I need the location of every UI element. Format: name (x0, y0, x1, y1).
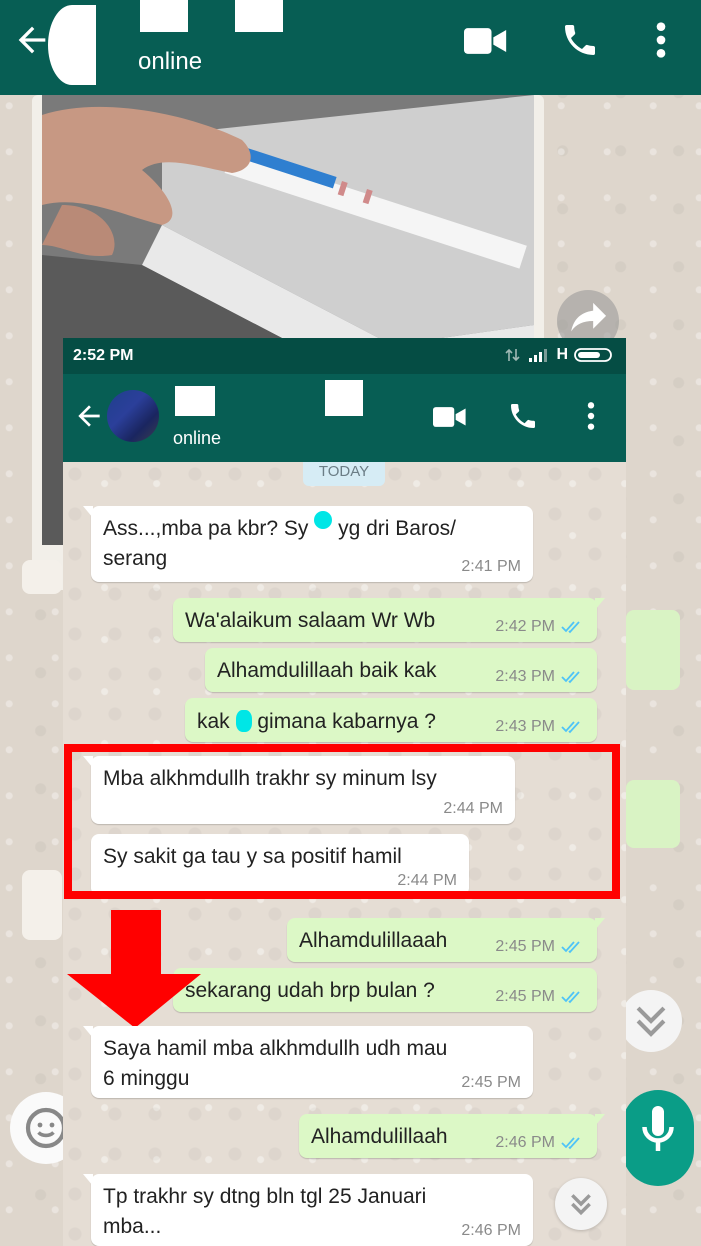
voice-message-button[interactable] (622, 1090, 694, 1186)
outer-chat-header: online (0, 0, 701, 95)
phone-icon[interactable] (560, 20, 600, 60)
message-text: Ass...,mba pa kbr? Sy yg dri Baros/ sera… (103, 511, 456, 574)
message-text: Alhamdulillaah (311, 1125, 448, 1148)
phone-icon[interactable] (507, 400, 539, 432)
bubble-tail (595, 598, 605, 610)
back-arrow-icon[interactable] (73, 400, 105, 432)
more-vert-icon[interactable] (583, 400, 599, 432)
outgoing-message[interactable]: Alhamdulillaah baik kak 2:43 PM (205, 648, 597, 692)
bubble-tail (83, 506, 93, 518)
mic-icon (642, 1106, 674, 1151)
outgoing-message[interactable]: kak gimana kabarnya ? 2:43 PM (185, 698, 597, 742)
message-text: kak gimana kabarnya ? (197, 710, 436, 733)
outer-message-bubble (22, 870, 62, 940)
redaction-scribble (235, 710, 252, 732)
redacted-name-block (140, 0, 188, 32)
double-check-icon (561, 991, 580, 1004)
data-arrows-icon (505, 348, 521, 362)
double-check-icon (561, 671, 580, 684)
bubble-tail (595, 918, 605, 930)
network-type: H (556, 346, 568, 363)
status-indicators: H (504, 346, 616, 364)
message-meta: 2:41 PM (461, 558, 521, 575)
message-text: sekarang udah brp bulan ? (185, 979, 435, 1002)
bubble-tail (595, 1114, 605, 1126)
double-check-icon (561, 941, 580, 954)
scroll-down-button[interactable] (555, 1178, 607, 1230)
double-check-icon (561, 621, 580, 634)
message-text: Saya hamil mba alkhmdullh udh mau 6 ming… (103, 1037, 448, 1090)
inner-chat-screenshot: 2:52 PM H online TODAY Ass...,mba pa kbr… (63, 338, 626, 1246)
message-meta: 2:45 PM (495, 938, 585, 956)
message-meta: 2:46 PM (461, 1222, 521, 1239)
incoming-message[interactable]: Ass...,mba pa kbr? Sy yg dri Baros/ sera… (83, 506, 533, 582)
double-check-icon (561, 1137, 580, 1150)
outgoing-message[interactable]: Alhamdulillaaah 2:45 PM (287, 918, 605, 962)
contact-status: online (173, 428, 222, 448)
back-arrow-icon[interactable] (12, 20, 52, 60)
outgoing-message[interactable]: sekarang udah brp bulan ? 2:45 PM (173, 968, 597, 1012)
date-divider: TODAY (303, 462, 385, 486)
scroll-down-button[interactable] (620, 990, 682, 1052)
composite-screenshot: online 2:52 PM H online TODAY Ass...,mba… (0, 0, 701, 1246)
bubble-tail (83, 1174, 93, 1186)
message-meta: 2:42 PM (495, 618, 585, 636)
message-meta: 2:43 PM (495, 668, 585, 686)
video-call-icon[interactable] (464, 24, 508, 58)
message-text: Wa'alaikum salaam Wr Wb (185, 609, 436, 632)
double-chevron-down-icon (636, 1006, 666, 1037)
message-text: Tp trakhr sy dtng bln tgl 25 Januari mba… (103, 1185, 427, 1238)
highlight-annotation (64, 744, 620, 899)
bubble-tail (83, 1026, 93, 1038)
redaction-scribble (314, 511, 333, 529)
message-text: Alhamdulillaaah (299, 929, 448, 952)
double-chevron-down-icon (571, 1194, 591, 1216)
outer-message-bubble (626, 610, 680, 690)
down-arrow-annotation (67, 910, 201, 1028)
message-text: Alhamdulillaah baik kak (217, 659, 437, 682)
message-meta: 2:45 PM (495, 988, 585, 1006)
avatar[interactable] (48, 5, 96, 85)
inner-chat-header: online (63, 374, 626, 462)
incoming-message[interactable]: Saya hamil mba alkhmdullh udh mau 6 ming… (83, 1026, 533, 1098)
redacted-name-block (235, 0, 283, 32)
avatar[interactable] (107, 390, 159, 442)
message-meta: 2:45 PM (461, 1074, 521, 1091)
redacted-name-block (325, 380, 363, 416)
outgoing-message[interactable]: Wa'alaikum salaam Wr Wb 2:42 PM (173, 598, 605, 642)
outgoing-message[interactable]: Alhamdulillaah 2:46 PM (299, 1114, 605, 1158)
outer-message-bubble (22, 560, 62, 594)
signal-icon (529, 349, 548, 362)
redacted-name-block (175, 386, 215, 416)
contact-status: online (138, 48, 203, 75)
battery-icon (574, 348, 612, 362)
status-bar: 2:52 PM H (63, 338, 626, 374)
message-meta: 2:46 PM (495, 1134, 585, 1152)
message-meta: 2:43 PM (495, 718, 585, 736)
double-check-icon (561, 721, 580, 734)
video-call-icon[interactable] (433, 404, 467, 430)
more-vert-icon[interactable] (648, 20, 674, 60)
outer-message-bubble (626, 780, 680, 848)
status-time: 2:52 PM (73, 347, 134, 364)
incoming-message[interactable]: Tp trakhr sy dtng bln tgl 25 Januari mba… (83, 1174, 533, 1246)
